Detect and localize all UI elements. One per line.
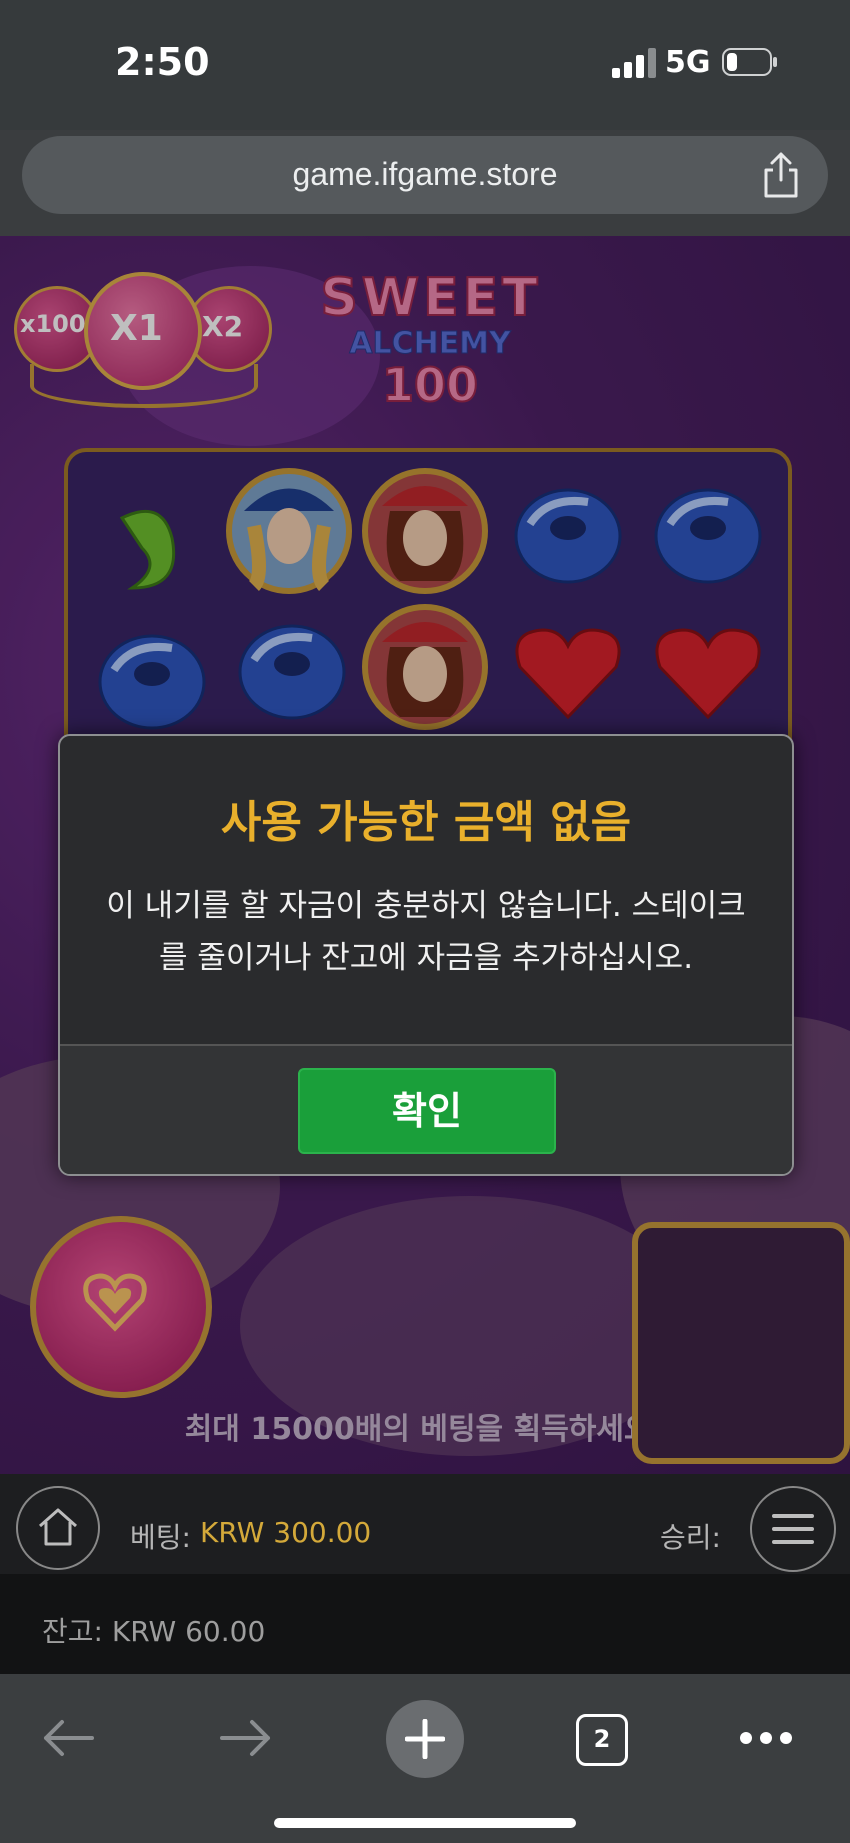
dialog-message: 이 내기를 할 자금이 충분하지 않습니다. 스테이크를 줄이거나 잔고에 자금…	[106, 888, 746, 976]
new-tab-button[interactable]	[386, 1700, 464, 1778]
forward-arrow-icon[interactable]	[218, 1718, 274, 1758]
ok-button[interactable]: 확인	[298, 1068, 556, 1154]
hamburger-icon	[772, 1514, 814, 1544]
home-indicator	[274, 1818, 576, 1828]
share-icon[interactable]	[758, 150, 804, 200]
clock: 2:50	[115, 40, 210, 84]
back-arrow-icon[interactable]	[40, 1718, 96, 1758]
address-bar[interactable]: game.ifgame.store	[22, 136, 828, 214]
game-bottom-bar: 베팅: KRW 300.00 승리:	[0, 1474, 850, 1574]
bet-label: 베팅:	[130, 1521, 191, 1554]
home-button[interactable]	[16, 1486, 100, 1570]
plus-icon	[405, 1719, 445, 1759]
menu-button[interactable]	[750, 1486, 836, 1572]
network-type: 5G	[665, 45, 711, 80]
dialog-footer: 확인	[60, 1044, 792, 1174]
url-text: game.ifgame.store	[292, 156, 558, 192]
bet-value: KRW 300.00	[200, 1516, 372, 1549]
status-bar: 2:50 5G game.ifgame.store	[0, 0, 850, 214]
balance-bar: 잔고: KRW 60.00	[0, 1574, 850, 1674]
balance-text: 잔고: KRW 60.00	[42, 1615, 266, 1648]
tab-count: 2	[593, 1725, 611, 1753]
win-label: 승리:	[660, 1521, 721, 1554]
battery-low-icon	[722, 48, 777, 76]
insufficient-funds-dialog: 사용 가능한 금액 없음 이 내기를 할 자금이 충분하지 않습니다. 스테이크…	[58, 734, 794, 1176]
more-options-icon[interactable]	[738, 1730, 794, 1746]
tabs-button[interactable]: 2	[576, 1714, 628, 1766]
browser-toolbar: 2	[0, 1674, 850, 1843]
cellular-signal-icon	[612, 48, 656, 78]
dialog-title: 사용 가능한 금액 없음	[220, 797, 632, 848]
home-icon	[39, 1508, 77, 1546]
